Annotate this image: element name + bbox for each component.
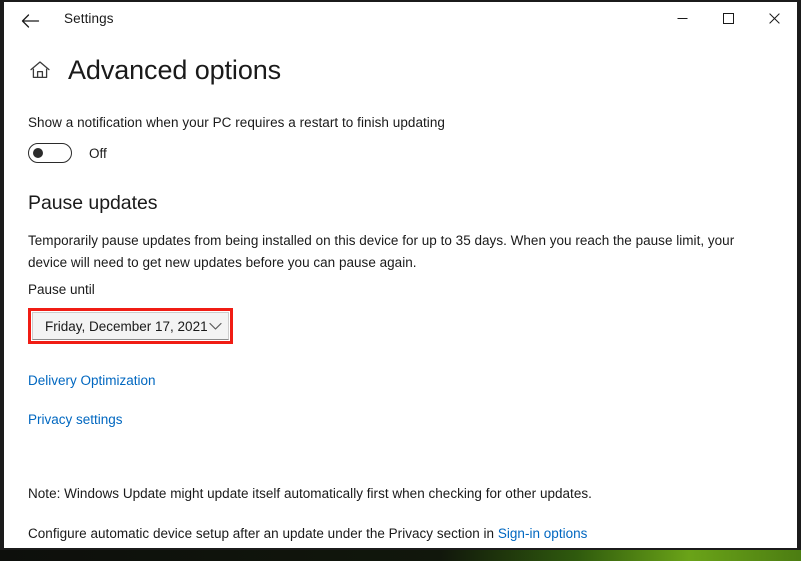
configure-device-text: Configure automatic device setup after a… [28,526,587,541]
back-arrow-icon [21,14,39,28]
title-bar: Settings [4,2,797,40]
minimize-icon [677,17,687,19]
link-delivery-optimization[interactable]: Delivery Optimization [28,373,156,388]
home-icon-glyph [30,61,50,79]
pause-updates-description: Temporarily pause updates from being ins… [28,233,735,270]
pause-until-label: Pause until [28,282,95,297]
home-icon[interactable] [25,55,55,85]
maximize-icon [722,12,734,24]
chevron-down-icon [208,318,224,334]
app-title: Settings [64,11,114,26]
toggle-knob [33,148,43,158]
pause-until-dropdown[interactable]: Friday, December 17, 2021 [32,312,229,340]
window-controls [659,2,797,34]
minimize-button[interactable] [659,2,705,34]
close-button[interactable] [751,2,797,34]
window-content-area: Settings Advanced options Show a notific… [4,2,797,548]
toggle-state-label: Off [89,145,107,161]
notification-setting-label: Show a notification when your PC require… [28,115,445,130]
page-title: Advanced options [68,54,282,85]
update-note-text: Note: Windows Update might update itself… [28,486,592,501]
notification-toggle-row: Off [28,143,107,163]
maximize-button[interactable] [705,2,751,34]
close-icon [768,12,780,24]
page-header: Advanced options [25,55,281,85]
pause-until-value: Friday, December 17, 2021 [45,318,208,334]
settings-page: Advanced options Show a notification whe… [4,40,797,548]
settings-window: Settings Advanced options Show a notific… [0,0,801,550]
link-privacy-settings[interactable]: Privacy settings [28,412,123,427]
configure-text-prefix: Configure automatic device setup after a… [28,526,498,541]
pause-updates-heading: Pause updates [28,192,158,214]
notification-toggle[interactable] [28,143,72,163]
link-sign-in-options[interactable]: Sign-in options [498,526,588,541]
back-button[interactable] [12,6,48,36]
